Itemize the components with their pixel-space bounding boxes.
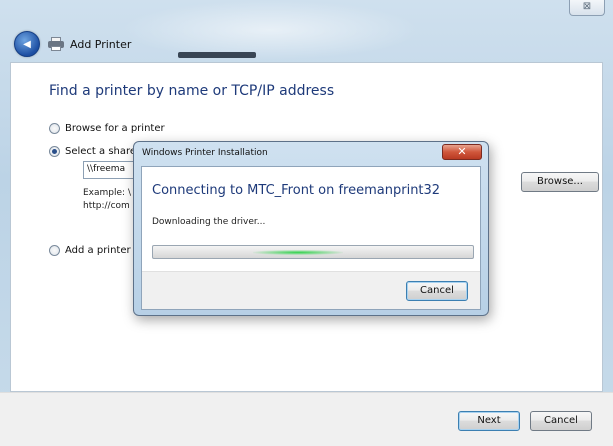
option-add-by-ip[interactable]: Add a printer <box>49 245 131 256</box>
dialog-footer: Cancel <box>142 271 480 309</box>
back-arrow-icon: ◀ <box>23 38 31 50</box>
dialog-cancel-button[interactable]: Cancel <box>406 281 468 301</box>
printer-icon <box>48 37 64 51</box>
progress-indicator <box>253 250 343 255</box>
browse-button[interactable]: Browse... <box>521 172 599 192</box>
option-browse[interactable]: Browse for a printer <box>49 123 165 134</box>
taskbar-fragment <box>178 52 256 58</box>
dialog-status: Downloading the driver... <box>152 217 266 227</box>
radio-add-by-ip[interactable] <box>49 245 60 256</box>
option-select-share-label: Select a share <box>65 146 137 157</box>
back-button[interactable]: ◀ <box>14 31 40 57</box>
dialog-title: Windows Printer Installation <box>142 148 268 158</box>
radio-browse[interactable] <box>49 123 60 134</box>
installation-dialog: Windows Printer Installation ✕ Connectin… <box>133 141 489 316</box>
cancel-button[interactable]: Cancel <box>530 411 592 431</box>
close-icon: ✕ <box>457 145 467 158</box>
wizard-footer: Next Cancel <box>0 392 613 446</box>
next-button[interactable]: Next <box>458 411 520 431</box>
wizard-title: Add Printer <box>70 37 132 51</box>
progress-bar <box>152 245 474 259</box>
radio-select-share[interactable] <box>49 146 60 157</box>
window-close-button[interactable]: ⊠ <box>569 0 605 16</box>
option-browse-label: Browse for a printer <box>65 123 165 134</box>
dialog-heading: Connecting to MTC_Front on freemanprint3… <box>152 183 441 198</box>
page-heading: Find a printer by name or TCP/IP address <box>49 83 335 99</box>
dialog-body: Connecting to MTC_Front on freemanprint3… <box>141 166 481 310</box>
wizard-header: ◀ Add Printer <box>0 26 613 62</box>
dialog-close-button[interactable]: ✕ <box>442 144 482 160</box>
option-add-by-ip-label: Add a printer <box>65 245 131 256</box>
option-select-share[interactable]: Select a share <box>49 146 136 157</box>
